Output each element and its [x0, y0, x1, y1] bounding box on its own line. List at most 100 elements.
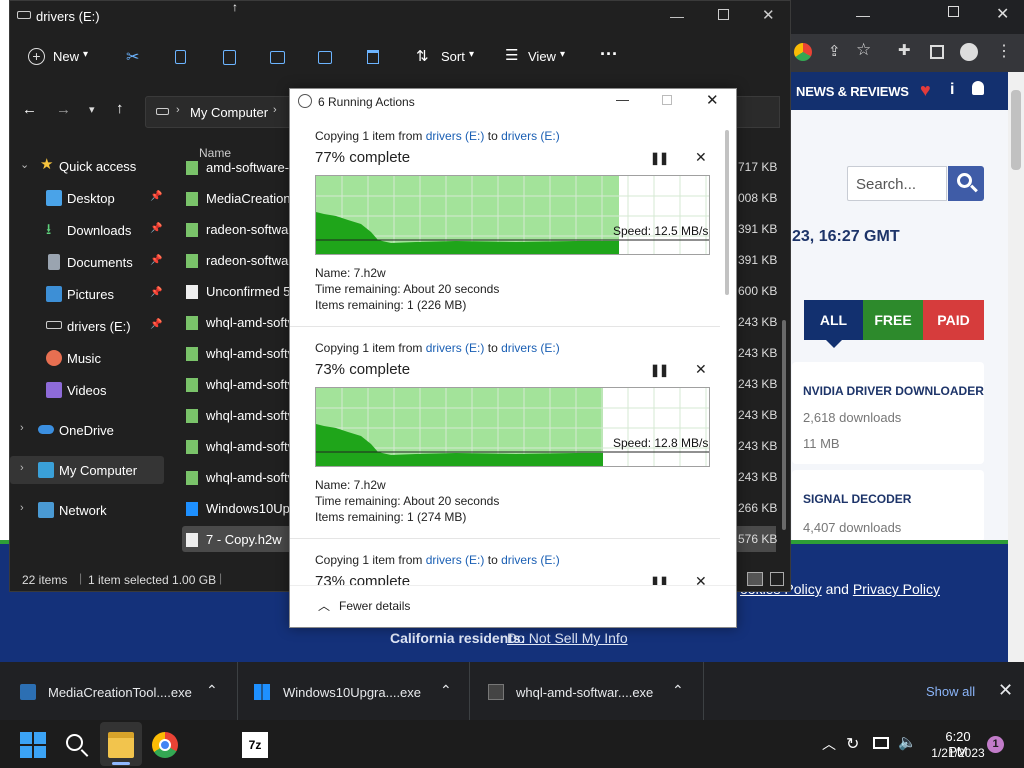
more-options-icon[interactable]: ··· — [600, 44, 618, 65]
download-item[interactable]: Windows10Upgra....exe ⌃ — [238, 662, 470, 720]
back-arrow-icon[interactable]: ← — [22, 101, 37, 118]
menu-kebab-icon[interactable]: ⋮ — [996, 41, 1012, 61]
close-downloads-icon[interactable]: ✕ — [998, 680, 1013, 701]
pin-icon[interactable]: 📌 — [150, 319, 162, 330]
file-row[interactable]: radeon-softwar — [183, 217, 293, 243]
paste-icon[interactable] — [223, 50, 236, 65]
chevron-up-icon[interactable]: ⌃ — [440, 682, 452, 699]
rename-icon[interactable] — [270, 51, 285, 64]
close-icon[interactable]: ✕ — [762, 6, 775, 24]
chevron-right-icon[interactable]: › — [20, 462, 24, 474]
nav-drivers[interactable]: drivers (E:) 📌 — [10, 313, 162, 339]
new-plus-icon[interactable]: + — [28, 48, 45, 65]
pin-icon[interactable]: 📌 — [150, 223, 162, 234]
chevron-down-icon[interactable]: ▾ — [83, 49, 88, 60]
pin-icon[interactable]: 📌 — [150, 287, 162, 298]
recent-chevron-icon[interactable]: ▾ — [89, 103, 95, 116]
pause-icon[interactable]: ❚❚ — [650, 151, 669, 165]
do-not-sell-link[interactable]: Do Not Sell My Info — [507, 630, 628, 646]
delete-icon[interactable] — [367, 50, 379, 64]
destination-link[interactable]: drivers (E:) — [501, 341, 560, 355]
volume-icon[interactable]: 🔈 — [898, 733, 917, 751]
tab-free[interactable]: FREE — [863, 300, 923, 340]
start-windows-icon[interactable] — [20, 732, 46, 758]
new-button[interactable]: New — [53, 49, 79, 64]
nav-downloads[interactable]: ⭳ Downloads 📌 — [10, 217, 162, 243]
info-icon[interactable]: i — [950, 81, 954, 99]
destination-link[interactable]: drivers (E:) — [501, 553, 560, 567]
software-card[interactable]: NVIDIA DRIVER DOWNLOADER 2,618 downloads… — [792, 362, 984, 464]
site-search-input[interactable]: Search... — [847, 166, 947, 201]
file-list-scrollbar[interactable] — [782, 320, 786, 530]
file-row[interactable]: whql-amd-softv — [183, 465, 293, 491]
pause-icon[interactable]: ❚❚ — [650, 363, 669, 377]
share-icon[interactable]: ⇪ — [828, 42, 841, 60]
chevron-up-icon[interactable]: ⌃ — [206, 682, 218, 699]
file-row[interactable]: whql-amd-softv — [183, 310, 293, 336]
nav-videos[interactable]: Videos — [10, 377, 160, 403]
chrome-icon[interactable] — [152, 732, 178, 758]
explorer-search-input[interactable] — [736, 96, 780, 128]
download-item[interactable]: whql-amd-softwar....exe ⌃ — [470, 662, 704, 720]
tab-paid[interactable]: PAID — [923, 300, 984, 340]
minimize-icon[interactable]: — — [856, 7, 870, 23]
file-row[interactable]: Unconfirmed 52 — [183, 279, 293, 305]
restore-icon[interactable] — [948, 6, 959, 17]
network-icon[interactable] — [873, 737, 889, 749]
forward-arrow-icon[interactable]: → — [56, 101, 71, 118]
nav-quick-access[interactable]: ⌄ ★ Quick access — [10, 153, 160, 179]
chevron-up-icon[interactable]: ︿ — [318, 597, 330, 614]
file-row[interactable]: whql-amd-softv — [183, 372, 293, 398]
destination-link[interactable]: drivers (E:) — [501, 129, 560, 143]
cancel-icon[interactable]: ✕ — [695, 573, 707, 585]
file-row[interactable]: radeon-softwar — [183, 248, 293, 274]
google-icon[interactable] — [794, 43, 812, 61]
sync-icon[interactable]: ↻ — [846, 734, 859, 754]
chevron-down-icon[interactable]: ⌄ — [20, 158, 29, 171]
page-scrollbar-thumb[interactable] — [1011, 90, 1021, 170]
sort-button[interactable]: Sort — [441, 49, 465, 64]
fewer-details-button[interactable]: Fewer details — [339, 599, 410, 613]
user-icon[interactable] — [972, 81, 984, 95]
share-icon[interactable] — [318, 51, 332, 64]
source-link[interactable]: drivers (E:) — [426, 129, 485, 143]
nav-pictures[interactable]: Pictures 📌 — [10, 281, 162, 307]
sort-icon[interactable]: ⇅ — [416, 47, 429, 65]
close-icon[interactable]: ✕ — [706, 91, 719, 109]
chevron-down-icon[interactable]: ▾ — [469, 49, 474, 60]
profile-icon[interactable] — [960, 43, 978, 61]
cancel-icon[interactable]: ✕ — [695, 149, 707, 166]
file-row[interactable]: Windows10Upg — [183, 496, 293, 522]
7zip-icon[interactable]: 7z — [242, 732, 268, 758]
maximize-icon[interactable] — [718, 9, 729, 20]
search-icon[interactable] — [64, 732, 90, 758]
tiles-view-icon[interactable] — [770, 572, 784, 586]
view-icon[interactable]: ☰ — [505, 46, 518, 64]
nav-news-reviews[interactable]: NEWS & REVIEWS — [796, 84, 909, 99]
breadcrumb-my-computer[interactable]: My Computer — [190, 105, 268, 120]
file-row[interactable]: amd-software-a — [183, 155, 293, 181]
pin-icon[interactable]: 📌 — [150, 255, 162, 266]
pin-icon[interactable]: 📌 — [150, 191, 162, 202]
file-row[interactable]: whql-amd-softv — [183, 434, 293, 460]
chevron-up-icon[interactable]: ︿ — [822, 734, 836, 754]
minimize-icon[interactable]: — — [616, 92, 629, 107]
nav-network[interactable]: › Network — [10, 497, 160, 523]
source-link[interactable]: drivers (E:) — [426, 341, 485, 355]
show-all-downloads[interactable]: Show all — [926, 684, 975, 699]
file-row[interactable]: whql-amd-softv — [183, 403, 293, 429]
up-arrow-icon[interactable]: ↑ — [116, 100, 124, 117]
notification-badge[interactable]: 1 — [987, 736, 1004, 753]
tab-all[interactable]: ALL — [804, 300, 863, 340]
dialog-scrollbar[interactable] — [725, 130, 729, 295]
file-row[interactable]: 7 - Copy.h2w — [183, 527, 293, 553]
clock-date[interactable]: 1/21/2023 — [925, 746, 991, 760]
file-row[interactable]: whql-amd-softv — [183, 341, 293, 367]
bookmark-star-icon[interactable]: ☆ — [856, 40, 871, 60]
chevron-up-icon[interactable]: ⌃ — [672, 682, 684, 699]
minimize-icon[interactable]: — — [670, 8, 684, 24]
nav-desktop[interactable]: Desktop 📌 — [10, 185, 162, 211]
software-card[interactable]: SIGNAL DECODER 4,407 downloads — [792, 470, 984, 542]
download-item[interactable]: MediaCreationTool....exe ⌃ — [0, 662, 238, 720]
nav-my-computer[interactable]: › My Computer — [10, 457, 160, 483]
